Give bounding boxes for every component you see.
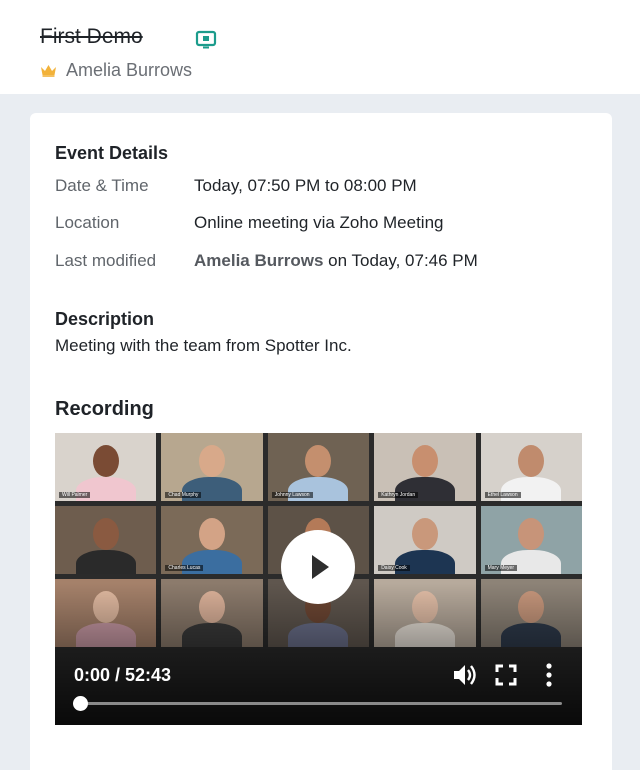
participant-tile: Will Palmer [55,433,157,501]
play-button[interactable] [281,530,355,604]
participant-body [75,550,136,574]
meeting-monitor-icon[interactable] [195,30,217,50]
more-vertical-icon[interactable] [535,661,563,689]
participant-head [199,518,226,550]
volume-icon[interactable] [450,661,478,689]
participant-tile: Charles Lucas [161,506,263,574]
date-time-label: Date & Time [55,176,149,195]
last-modified-label: Last modified [55,251,157,270]
event-details-card: Event Details Date & Time Today, 07:50 P… [30,113,612,770]
time-readout: 0:00 / 52:43 [74,665,172,685]
participant-tile: Johnny Lawson [267,433,370,501]
event-details-heading: Event Details [55,143,169,163]
location-label: Location [55,213,120,232]
participant-head [92,445,119,477]
last-modified-value: Amelia Burrows on Today, 07:46 PM [194,251,478,271]
recording-player[interactable]: Will Palmer Chad Murphy Johnny Lawson Kathr… [55,433,582,725]
participant-head [411,445,438,477]
modified-by-user[interactable]: Amelia Burrows [194,251,323,270]
progress-track[interactable] [81,702,562,705]
participant-tile: Daisy Cook [374,506,476,574]
participant-name-tag: Charles Lucas [165,565,204,571]
progress-thumb[interactable] [73,696,88,711]
participant-name-tag: Johnny Lawson [271,492,313,498]
participant-head [411,518,438,550]
participant-tile: Kathryn Jordan [374,433,476,501]
participant-name-tag: Daisy Cook [378,565,410,571]
fullscreen-icon[interactable] [492,661,520,689]
participant-tile: Ethel Lawson [480,433,582,501]
modified-time: on Today, 07:46 PM [328,251,478,270]
date-time-value: Today, 07:50 PM to 08:00 PM [194,176,417,195]
participant-name-tag: Will Palmer [59,492,91,498]
owner-name[interactable]: Amelia Burrows [66,60,192,81]
play-icon [312,555,329,579]
participant-head [199,445,226,477]
description-heading: Description [55,309,155,329]
event-owner: Amelia Burrows [40,58,192,82]
participant-name-tag: Mary Meyer [484,565,517,571]
event-header: First Demo Amelia Burrows [0,0,640,94]
participant-name-tag: Ethel Lawson [484,492,521,498]
crown-icon [41,64,56,77]
description-text: Meeting with the team from Spotter Inc. [55,336,352,355]
participant-name-tag: Chad Murphy [165,492,202,498]
event-title: First Demo [40,25,143,48]
recording-heading: Recording [55,398,154,420]
participant-tile [55,506,157,574]
participant-name-tag: Kathryn Jordan [378,492,419,498]
participant-tile: Mary Meyer [480,506,582,574]
location-value: Online meeting via Zoho Meeting [194,213,444,232]
participant-head [92,518,119,550]
participant-tile: Chad Murphy [161,433,263,501]
